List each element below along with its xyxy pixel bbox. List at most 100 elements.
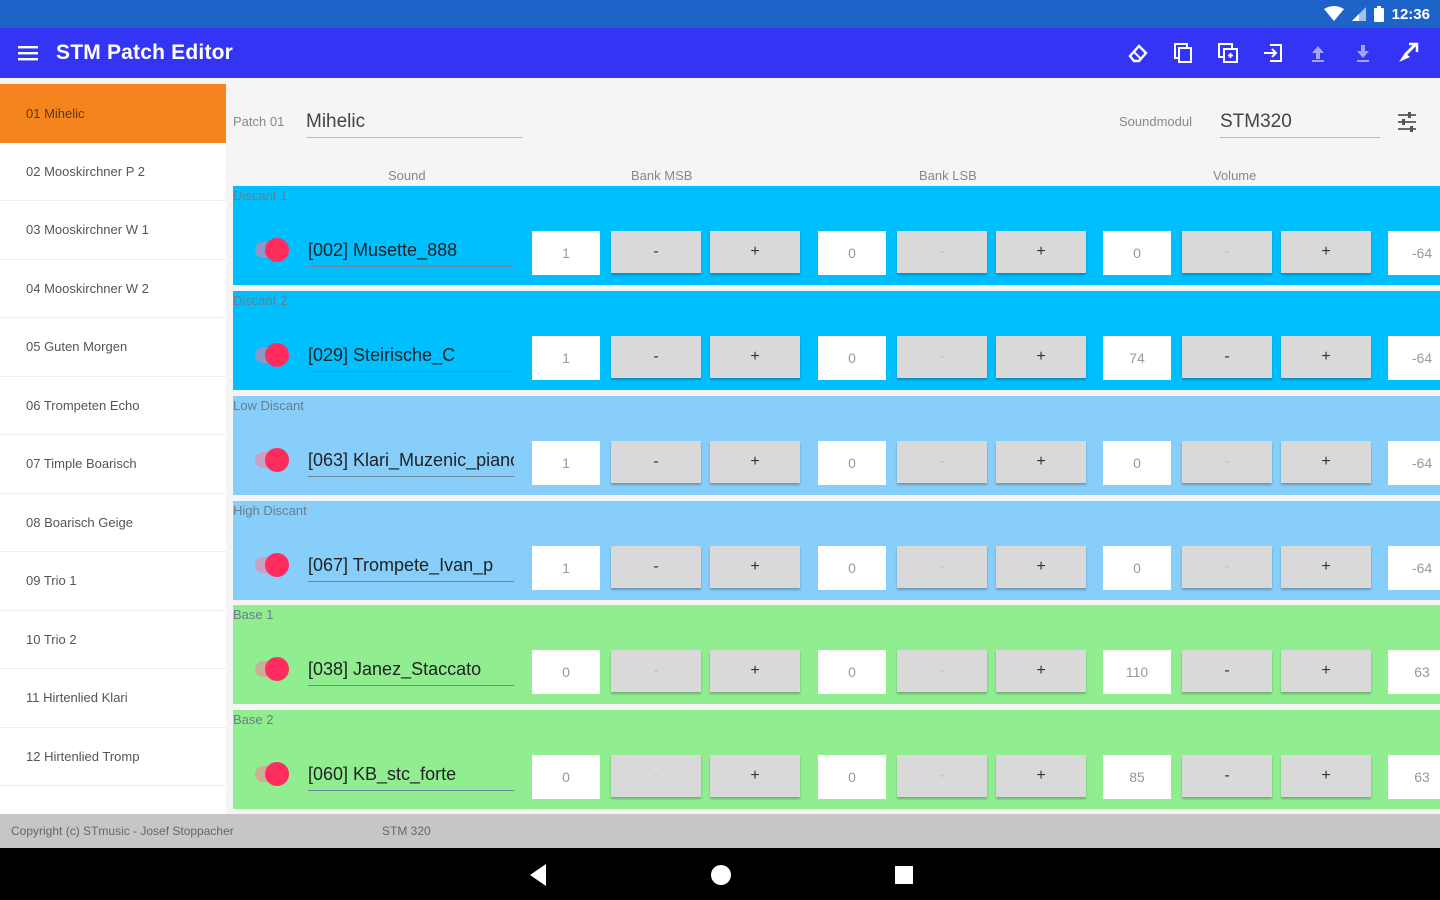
bank-lsb-minus-button[interactable]: - [897,650,987,692]
section-toggle[interactable] [255,343,289,367]
duplicate-icon[interactable] [1210,35,1246,71]
sidebar-item-12[interactable]: 12 Hirtenlied Tromp [0,728,226,786]
volume-minus-button[interactable]: - [1182,336,1272,378]
sound-select[interactable]: [038] Janez_Staccato [308,654,514,686]
bank-lsb-minus-button[interactable]: - [897,441,987,483]
bank-msb-value[interactable]: 0 [532,650,600,694]
volume-minus-button[interactable]: - [1182,231,1272,273]
sidebar-item-04[interactable]: 04 Mooskirchner W 2 [0,260,226,318]
soundmodul-field[interactable]: STM320 [1220,108,1380,138]
volume-value[interactable]: 0 [1103,546,1171,590]
bank-msb-plus-button[interactable]: + [710,755,800,797]
bank-msb-minus-button[interactable]: - [611,755,701,797]
sound-select[interactable]: [060] KB_stc_forte [308,759,514,791]
extra-value[interactable]: 63 [1388,650,1440,694]
recents-icon[interactable] [892,862,918,888]
bank-lsb-plus-button[interactable]: + [996,650,1086,692]
bank-msb-plus-button[interactable]: + [710,650,800,692]
bank-msb-plus-button[interactable]: + [710,336,800,378]
bank-msb-minus-button[interactable]: - [611,650,701,692]
volume-value[interactable]: 0 [1103,231,1171,275]
volume-plus-button[interactable]: + [1281,231,1371,273]
section-toggle[interactable] [255,448,289,472]
download-icon[interactable] [1345,35,1381,71]
section-toggle[interactable] [255,238,289,262]
copy-icon[interactable] [1165,35,1201,71]
sidebar-item-08[interactable]: 08 Boarisch Geige [0,494,226,552]
bank-lsb-minus-button[interactable]: - [897,336,987,378]
bank-lsb-plus-button[interactable]: + [996,231,1086,273]
section-base-1: Base 1 [038] Janez_Staccato 0 - + 0 - + … [233,605,1440,704]
volume-minus-button[interactable]: - [1182,755,1272,797]
bank-msb-value[interactable]: 0 [532,755,600,799]
upload-icon[interactable] [1300,35,1336,71]
extra-value[interactable]: -64 [1388,231,1440,275]
volume-minus-button[interactable]: - [1182,441,1272,483]
sound-select[interactable]: [063] Klari_Muzenic_piano [308,445,514,477]
sidebar-item-10[interactable]: 10 Trio 2 [0,611,226,669]
volume-value[interactable]: 0 [1103,441,1171,485]
bank-lsb-plus-button[interactable]: + [996,546,1086,588]
sidebar-item-07[interactable]: 07 Timple Boarisch [0,435,226,494]
extra-value[interactable]: -64 [1388,441,1440,485]
sidebar-item-11[interactable]: 11 Hirtenlied Klari [0,669,226,728]
bank-msb-value[interactable]: 1 [532,441,600,485]
bank-lsb-minus-button[interactable]: - [897,231,987,273]
eraser-icon[interactable] [1120,35,1156,71]
bank-msb-minus-button[interactable]: - [611,441,701,483]
volume-plus-button[interactable]: + [1281,546,1371,588]
extra-value[interactable]: -64 [1388,336,1440,380]
bank-msb-plus-button[interactable]: + [710,546,800,588]
sidebar-item-06[interactable]: 06 Trompeten Echo [0,377,226,435]
volume-plus-button[interactable]: + [1281,650,1371,692]
send-icon[interactable] [1390,35,1426,71]
sound-select[interactable]: [002] Musette_888 [308,235,514,267]
back-icon[interactable] [526,862,552,888]
section-toggle[interactable] [255,553,289,577]
volume-value[interactable]: 85 [1103,755,1171,799]
bank-lsb-value[interactable]: 0 [818,755,886,799]
bank-msb-plus-button[interactable]: + [710,441,800,483]
section-toggle[interactable] [255,657,289,681]
bank-msb-minus-button[interactable]: - [611,546,701,588]
bank-lsb-minus-button[interactable]: - [897,546,987,588]
volume-plus-button[interactable]: + [1281,441,1371,483]
bank-lsb-plus-button[interactable]: + [996,441,1086,483]
bank-lsb-value[interactable]: 0 [818,546,886,590]
sidebar-item-01[interactable]: 01 Mihelic [0,84,226,143]
menu-icon[interactable] [0,28,56,78]
volume-minus-button[interactable]: - [1182,546,1272,588]
sidebar-item-03[interactable]: 03 Mooskirchner W 1 [0,201,226,260]
section-label: Base 2 [233,712,274,727]
sound-select[interactable]: [067] Trompete_Ivan_p [308,550,514,582]
bank-lsb-value[interactable]: 0 [818,336,886,380]
bank-lsb-value[interactable]: 0 [818,231,886,275]
sidebar-item-02[interactable]: 02 Mooskirchner P 2 [0,143,226,201]
bank-lsb-value[interactable]: 0 [818,650,886,694]
volume-value[interactable]: 74 [1103,336,1171,380]
extra-value[interactable]: 63 [1388,755,1440,799]
bank-msb-value[interactable]: 1 [532,231,600,275]
bank-lsb-value[interactable]: 0 [818,441,886,485]
volume-plus-button[interactable]: + [1281,336,1371,378]
bank-msb-minus-button[interactable]: - [611,336,701,378]
sidebar-item-09[interactable]: 09 Trio 1 [0,552,226,611]
bank-lsb-plus-button[interactable]: + [996,755,1086,797]
section-toggle[interactable] [255,762,289,786]
volume-minus-button[interactable]: - [1182,650,1272,692]
bank-lsb-plus-button[interactable]: + [996,336,1086,378]
bank-msb-minus-button[interactable]: - [611,231,701,273]
tune-settings-icon[interactable] [1396,111,1420,135]
extra-value[interactable]: -64 [1388,546,1440,590]
patch-name-field[interactable]: Mihelic [306,108,522,138]
bank-msb-value[interactable]: 1 [532,546,600,590]
import-icon[interactable] [1255,35,1291,71]
bank-msb-plus-button[interactable]: + [710,231,800,273]
volume-plus-button[interactable]: + [1281,755,1371,797]
home-icon[interactable] [708,862,734,888]
bank-lsb-minus-button[interactable]: - [897,755,987,797]
volume-value[interactable]: 110 [1103,650,1171,694]
bank-msb-value[interactable]: 1 [532,336,600,380]
sound-select[interactable]: [029] Steirische_C [308,340,514,372]
sidebar-item-05[interactable]: 05 Guten Morgen [0,318,226,377]
